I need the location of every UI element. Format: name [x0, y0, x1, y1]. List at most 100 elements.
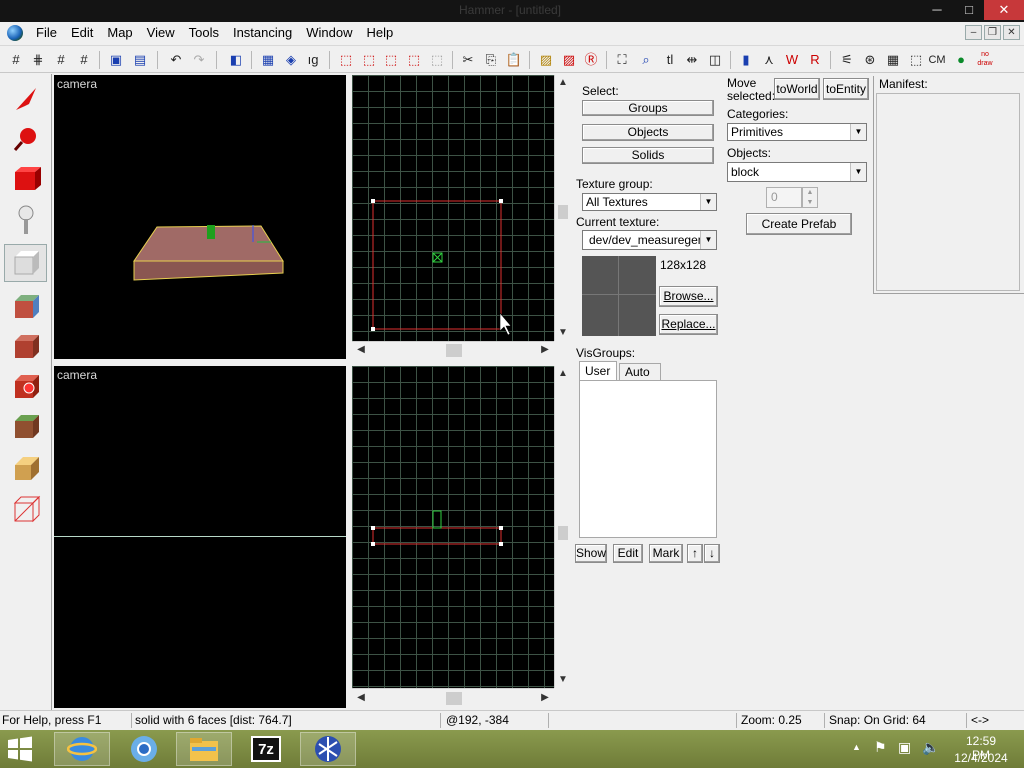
apply-texture-icon[interactable] [4, 328, 47, 366]
network-icon[interactable]: ▣ [898, 739, 911, 756]
copy-icon[interactable]: ⎘ [481, 50, 501, 70]
scroll-right-icon[interactable]: ▶ [538, 692, 552, 703]
clock-date[interactable]: 12/4/2024 [950, 751, 1012, 765]
undo-icon[interactable]: ↶ [166, 50, 186, 70]
angle-icon[interactable]: ⋏ [759, 50, 779, 70]
move-down-icon[interactable]: ↓ [704, 544, 720, 563]
decal-icon[interactable]: ▨ [559, 50, 579, 70]
overlay-icon[interactable]: ⬚ [906, 50, 926, 70]
chevron-down-icon[interactable]: ▼ [850, 124, 866, 140]
vertex-tool-icon[interactable] [4, 490, 47, 528]
mdi-minimize-button[interactable]: – [965, 25, 982, 40]
show-icon[interactable]: ⬚ [359, 50, 379, 70]
world-icon[interactable]: W [782, 50, 802, 70]
path-icon[interactable]: ⚟ [837, 50, 857, 70]
cut-icon[interactable]: ✂ [458, 50, 478, 70]
cm-icon[interactable]: CM [926, 50, 948, 70]
volume-icon[interactable]: 🔈 [922, 739, 939, 756]
create-prefab-button[interactable]: Create Prefab [746, 213, 852, 235]
run-map-icon[interactable]: ıg [303, 50, 323, 70]
scroll-down-icon[interactable]: ▼ [556, 674, 570, 685]
explorer-icon[interactable] [176, 732, 232, 766]
selection-icon[interactable]: ⛶ [612, 50, 632, 70]
show-button[interactable]: Show [575, 544, 607, 563]
scroll-up-icon[interactable]: ▲ [556, 77, 570, 88]
wireframe-icon[interactable]: ⬚ [427, 50, 447, 70]
top-vertical-scrollbar[interactable]: ▲ ▼ [554, 75, 570, 341]
hammer-icon[interactable] [300, 732, 356, 766]
scroll-left-icon[interactable]: ◀ [354, 692, 368, 703]
entity-icon[interactable]: ▮ [736, 50, 756, 70]
menu-view[interactable]: View [140, 22, 182, 44]
flip-icon[interactable]: ⇹ [682, 50, 702, 70]
redo-icon[interactable]: ↷ [189, 50, 209, 70]
minimize-button[interactable]: ─ [920, 0, 954, 20]
camera-tool-icon[interactable] [4, 160, 47, 198]
block-tool-icon[interactable] [4, 244, 47, 282]
to-world-button[interactable]: toWorld [774, 78, 820, 100]
top-2d-viewport[interactable] [352, 75, 554, 341]
mark-button[interactable]: Mark [649, 544, 683, 563]
close-button[interactable]: ✕ [984, 0, 1024, 20]
entity-tool-icon[interactable] [4, 202, 47, 240]
scroll-up-icon[interactable]: ▲ [556, 368, 570, 379]
texture-lock-icon[interactable]: ▦ [258, 50, 278, 70]
tray-expand-icon[interactable]: ▲ [852, 742, 861, 752]
group-icon[interactable]: ▣ [106, 50, 126, 70]
to-entity-button[interactable]: toEntity [823, 78, 869, 100]
texture-group-select[interactable]: All Textures ▼ [582, 193, 717, 211]
magnify-tool-icon[interactable] [4, 120, 47, 158]
spin-arrows-icon[interactable]: ▲ ▼ [802, 187, 818, 208]
record-icon[interactable]: Ⓡ [581, 50, 601, 70]
replace-button[interactable]: Replace... [659, 314, 718, 335]
top-horizontal-scrollbar[interactable]: ◀ ▶ [352, 341, 554, 359]
groups-button[interactable]: Groups [582, 100, 714, 116]
selection-tool-icon[interactable] [4, 80, 47, 118]
grid-3d-icon[interactable]: ⋕ [28, 50, 48, 70]
7zip-icon[interactable]: 7z [238, 732, 294, 766]
objects-select[interactable]: block ▼ [727, 162, 867, 182]
decal-tool-icon[interactable] [4, 368, 47, 406]
magnify-icon[interactable]: ⌕ [636, 50, 656, 70]
paste-icon[interactable]: 📋 [504, 50, 524, 70]
scroll-thumb[interactable] [558, 205, 568, 219]
manifest-list[interactable] [876, 93, 1020, 291]
edit-button[interactable]: Edit [613, 544, 643, 563]
scroll-thumb[interactable] [446, 692, 462, 705]
faces-spin-input[interactable]: 0 [766, 187, 802, 208]
cube-map-icon[interactable]: ▦ [883, 50, 903, 70]
mdi-close-button[interactable]: ✕ [1003, 25, 1020, 40]
scroll-thumb[interactable] [446, 344, 462, 357]
scroll-left-icon[interactable]: ◀ [354, 344, 368, 355]
current-texture-select[interactable]: dev/dev_measuregeneric01 ▼ [582, 230, 717, 250]
menu-file[interactable]: File [29, 22, 64, 44]
side-2d-viewport[interactable] [352, 366, 554, 688]
visgroups-list[interactable] [579, 380, 717, 538]
clip-tool-icon[interactable] [4, 450, 47, 488]
grid-larger-icon[interactable]: # [74, 50, 94, 70]
rotate-icon[interactable]: R [805, 50, 825, 70]
solids-button[interactable]: Solids [582, 147, 714, 164]
maximize-button[interactable]: □ [952, 0, 986, 20]
side-vertical-scrollbar[interactable]: ▲ ▼ [554, 366, 570, 688]
camera-bottom-viewport[interactable]: camera [54, 366, 346, 708]
hide-icon[interactable]: ⬚ [336, 50, 356, 70]
grid-toggle-icon[interactable]: # [6, 50, 26, 70]
ie-icon[interactable] [54, 732, 110, 766]
camera-icon[interactable]: tl [660, 50, 680, 70]
side-horizontal-scrollbar[interactable]: ◀ ▶ [352, 688, 554, 708]
carve-icon[interactable]: ◧ [226, 50, 246, 70]
texture-tool-icon[interactable] [4, 288, 47, 326]
tab-user[interactable]: User [579, 361, 617, 380]
visgroup-icon[interactable]: ⬚ [404, 50, 424, 70]
mdi-restore-button[interactable]: ❐ [984, 25, 1001, 40]
tab-auto[interactable]: Auto [619, 363, 661, 380]
leaf-icon[interactable]: ● [951, 50, 971, 70]
target-icon[interactable]: ⊛ [860, 50, 880, 70]
menu-help[interactable]: Help [359, 22, 400, 44]
move-up-icon[interactable]: ↑ [687, 544, 703, 563]
menu-tools[interactable]: Tools [182, 22, 226, 44]
scroll-right-icon[interactable]: ▶ [538, 344, 552, 355]
camera-3d-viewport[interactable]: camera [54, 75, 346, 359]
horizontal-splitter[interactable] [54, 359, 570, 366]
